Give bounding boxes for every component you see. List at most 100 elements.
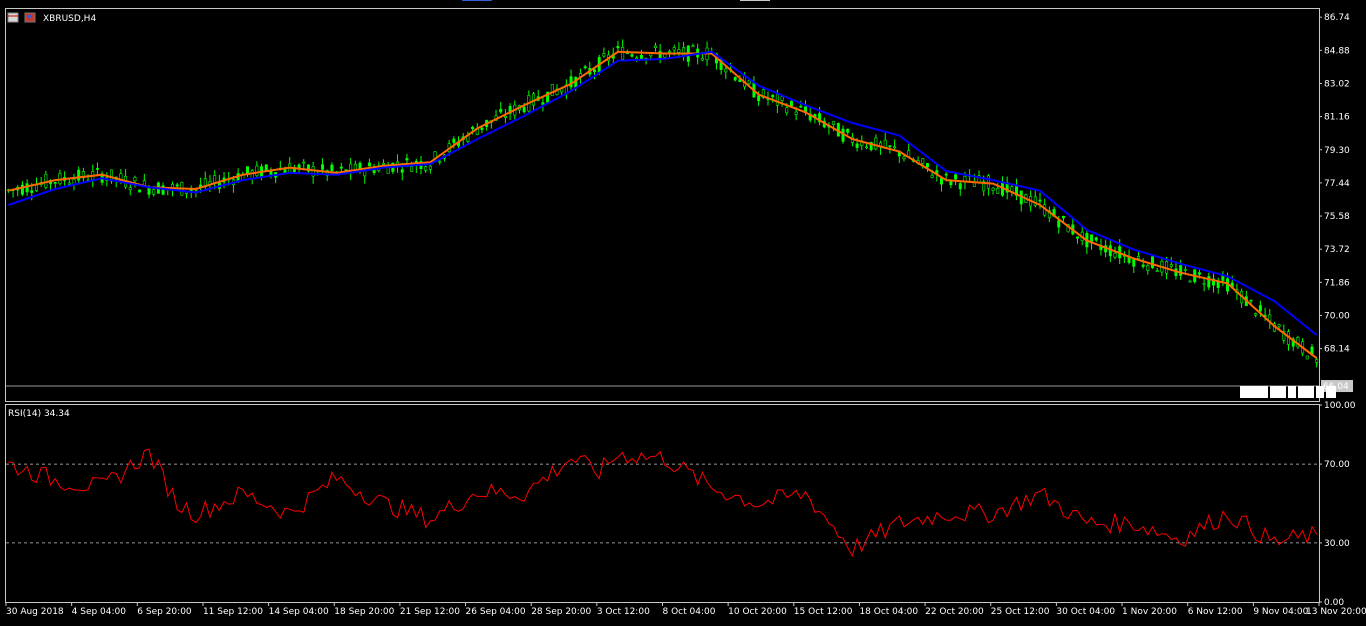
candle[interactable]: [1038, 199, 1042, 202]
candle[interactable]: [532, 93, 536, 106]
candle[interactable]: [499, 109, 503, 113]
candle[interactable]: [874, 137, 878, 150]
candle[interactable]: [902, 156, 906, 160]
candle[interactable]: [339, 166, 343, 169]
candle[interactable]: [147, 186, 151, 195]
candle[interactable]: [1151, 256, 1155, 268]
candle[interactable]: [541, 102, 545, 105]
candle[interactable]: [1258, 305, 1262, 312]
candle[interactable]: [771, 94, 775, 98]
candle[interactable]: [958, 183, 962, 190]
candle[interactable]: [757, 95, 761, 102]
candle[interactable]: [653, 45, 657, 49]
candle[interactable]: [635, 57, 639, 60]
candle[interactable]: [747, 80, 751, 85]
candle[interactable]: [1057, 220, 1061, 228]
candle[interactable]: [789, 100, 793, 107]
candle[interactable]: [381, 162, 385, 165]
candle[interactable]: [949, 180, 953, 186]
candle[interactable]: [1188, 280, 1192, 283]
candle[interactable]: [189, 189, 193, 192]
candle[interactable]: [1061, 216, 1065, 219]
candle[interactable]: [522, 106, 526, 113]
candle[interactable]: [569, 76, 573, 88]
candle[interactable]: [794, 111, 798, 115]
candle[interactable]: [128, 187, 132, 191]
candle[interactable]: [25, 183, 29, 193]
candle[interactable]: [438, 160, 442, 163]
candle[interactable]: [302, 161, 306, 164]
candle[interactable]: [724, 68, 728, 73]
candle[interactable]: [34, 184, 38, 191]
candle[interactable]: [1315, 359, 1319, 363]
candle[interactable]: [142, 180, 146, 186]
candle[interactable]: [691, 45, 695, 48]
candle[interactable]: [888, 145, 892, 147]
candle[interactable]: [930, 175, 934, 178]
candle[interactable]: [424, 166, 428, 171]
candle[interactable]: [668, 50, 672, 53]
candle[interactable]: [1197, 272, 1201, 275]
candle[interactable]: [77, 169, 81, 181]
candle[interactable]: [593, 69, 597, 73]
candle[interactable]: [733, 77, 737, 81]
candle[interactable]: [1183, 269, 1187, 271]
candle[interactable]: [893, 146, 897, 149]
candle[interactable]: [264, 164, 268, 171]
candle[interactable]: [677, 49, 681, 53]
candle[interactable]: [583, 66, 587, 69]
candle[interactable]: [53, 182, 57, 184]
candle[interactable]: [1202, 282, 1206, 285]
candle[interactable]: [1094, 237, 1098, 241]
candle[interactable]: [30, 190, 34, 193]
candle[interactable]: [855, 143, 859, 148]
candle[interactable]: [775, 94, 779, 106]
candle[interactable]: [428, 165, 432, 170]
candle[interactable]: [133, 177, 137, 182]
candle[interactable]: [175, 184, 179, 187]
candle[interactable]: [1277, 324, 1281, 327]
candle[interactable]: [1132, 258, 1136, 267]
candle[interactable]: [1305, 355, 1309, 360]
candle[interactable]: [44, 174, 48, 188]
candle[interactable]: [921, 158, 925, 164]
candle[interactable]: [410, 166, 414, 172]
candle[interactable]: [1136, 256, 1140, 259]
candle[interactable]: [503, 116, 507, 118]
candle[interactable]: [330, 164, 334, 171]
candle[interactable]: [1113, 252, 1117, 258]
candle[interactable]: [152, 189, 156, 195]
candle[interactable]: [846, 128, 850, 133]
candle[interactable]: [245, 166, 249, 175]
candle[interactable]: [1141, 264, 1145, 267]
candle[interactable]: [1179, 265, 1183, 276]
candle[interactable]: [639, 54, 643, 60]
candle[interactable]: [780, 96, 784, 101]
candle[interactable]: [864, 146, 868, 149]
candle[interactable]: [944, 173, 948, 176]
candle[interactable]: [138, 189, 142, 193]
candle[interactable]: [672, 47, 676, 51]
candle[interactable]: [700, 57, 704, 61]
candle[interactable]: [616, 46, 620, 49]
candle[interactable]: [630, 54, 634, 57]
candle[interactable]: [996, 188, 1000, 194]
candle[interactable]: [367, 162, 371, 167]
candle[interactable]: [213, 175, 217, 183]
candle[interactable]: [991, 187, 995, 191]
candle[interactable]: [405, 158, 409, 161]
candle[interactable]: [1169, 264, 1173, 267]
candle[interactable]: [602, 53, 606, 57]
candle[interactable]: [250, 170, 254, 179]
candle[interactable]: [95, 168, 99, 170]
candle[interactable]: [255, 165, 259, 176]
candle[interactable]: [1146, 264, 1150, 271]
candle[interactable]: [550, 84, 554, 96]
candle[interactable]: [785, 107, 789, 114]
candle[interactable]: [480, 127, 484, 130]
candle[interactable]: [1249, 299, 1253, 302]
candle[interactable]: [1155, 270, 1159, 272]
candle[interactable]: [321, 164, 325, 170]
candle[interactable]: [954, 174, 958, 180]
candle[interactable]: [832, 121, 836, 125]
